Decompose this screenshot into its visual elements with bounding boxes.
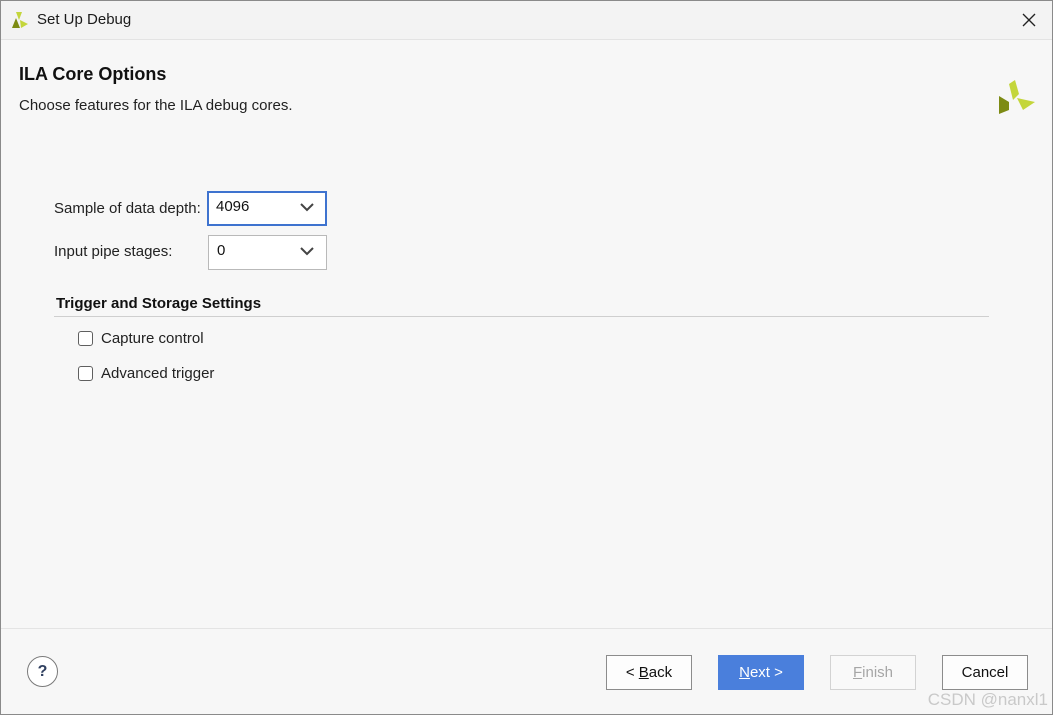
pipe-stages-label: Input pipe stages: (54, 243, 173, 260)
capture-control-label: Capture control (101, 329, 204, 347)
close-icon (1022, 13, 1036, 27)
close-button[interactable] (1012, 3, 1046, 37)
advanced-trigger-checkbox[interactable] (78, 365, 93, 381)
sample-depth-select[interactable]: 4096 (207, 191, 327, 226)
page-subtitle: Choose features for the ILA debug cores. (19, 97, 293, 114)
dialog-footer: ? < Back Next > Finish Cancel CSDN @nanx… (1, 628, 1052, 714)
page-title: ILA Core Options (19, 64, 167, 84)
pipe-stages-value: 0 (217, 242, 226, 259)
window-title: Set Up Debug (37, 11, 132, 28)
advanced-trigger-label: Advanced trigger (101, 364, 215, 382)
title-bar: Set Up Debug (1, 1, 1052, 40)
back-button[interactable]: < Back (606, 655, 692, 690)
watermark: CSDN @nanxl1 (927, 690, 1048, 709)
next-button-mnemonic: N (739, 664, 750, 681)
back-button-mnemonic: B (638, 664, 649, 681)
capture-control-checkbox[interactable] (78, 330, 93, 346)
sample-depth-value: 4096 (216, 198, 250, 215)
next-button[interactable]: Next > (718, 655, 804, 690)
help-button[interactable]: ? (27, 656, 58, 687)
capture-control-option[interactable]: Capture control (78, 328, 204, 348)
advanced-trigger-option[interactable]: Advanced trigger (78, 363, 214, 383)
setup-debug-dialog: Set Up Debug ILA Core Options Choose fea… (0, 0, 1053, 715)
chevron-down-icon (300, 203, 314, 212)
chevron-down-icon (300, 247, 314, 256)
trigger-section-title: Trigger and Storage Settings (56, 295, 262, 312)
section-divider (54, 316, 989, 317)
back-button-rest: ack (648, 664, 673, 681)
xilinx-logo-icon (999, 80, 1035, 114)
finish-button[interactable]: Finish (830, 655, 916, 690)
finish-button-mnemonic: F (852, 664, 863, 681)
vivado-logo-icon (12, 12, 28, 28)
next-button-rest: ext > (749, 664, 783, 681)
finish-button-rest: inish (862, 664, 894, 681)
back-button-prefix: < (625, 664, 639, 681)
sample-depth-label: Sample of data depth: (54, 200, 201, 217)
page-header: ILA Core Options Choose features for the… (1, 40, 1052, 140)
pipe-stages-select[interactable]: 0 (208, 235, 327, 270)
cancel-button[interactable]: Cancel (942, 655, 1028, 690)
